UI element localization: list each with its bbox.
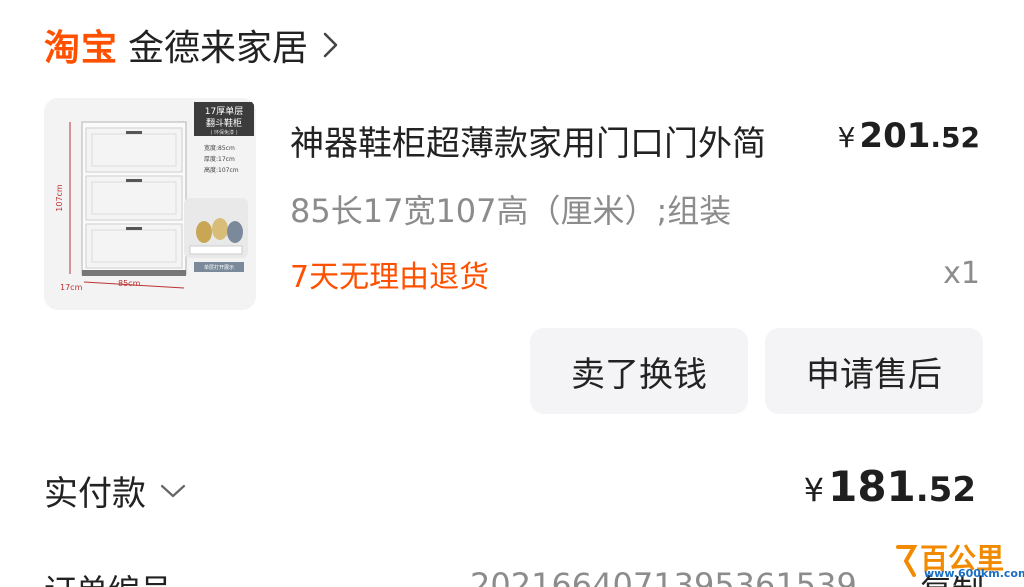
order-number-row: 订单编号 2021664071395361539 复制 [44, 566, 984, 587]
paid-integer: 181 [828, 462, 916, 511]
badge-line-2: 翻斗鞋柜 [206, 117, 242, 129]
inset-caption: 单层打开展示 [204, 264, 234, 271]
paid-amount: ¥181.52 [804, 462, 976, 511]
shop-name[interactable]: 金德来家居 [128, 19, 308, 71]
spec-width: 宽度:85cm [204, 144, 235, 152]
sell-for-cash-button[interactable]: 卖了换钱 [530, 328, 748, 414]
taobao-logo: 淘宝 [44, 28, 119, 69]
product-title[interactable]: 神器鞋柜超薄款家用门口门外简 [290, 116, 766, 165]
paid-amount-toggle[interactable]: 实付款 [44, 466, 186, 515]
dim-height-label: 107cm [55, 184, 64, 212]
return-policy-tag: 7天无理由退货 [290, 260, 490, 295]
shop-header[interactable]: 淘宝 金德来家居 [44, 20, 344, 70]
product-spec: 85长17宽107高（厘米）;组装 [290, 192, 732, 230]
order-number-label: 订单编号 [44, 566, 172, 587]
paid-currency: ¥ [803, 471, 825, 509]
spec-height: 高度:107cm [204, 166, 239, 174]
watermark: 百公里 www.600km.com [892, 537, 1024, 583]
dim-width-label: 85cm [118, 279, 141, 288]
spec-depth: 厚度:17cm [204, 155, 235, 163]
watermark-logo-icon [896, 545, 918, 577]
price-integer: 201 [859, 116, 931, 156]
product-image[interactable]: 17厚单层 翻斗鞋柜 ( 环保免漆 ) 宽度:85cm 厚度:17cm 高度:1… [44, 98, 256, 310]
order-number: 2021664071395361539 [470, 566, 857, 587]
product-price: ¥201.52 [838, 116, 980, 156]
quantity: x1 [943, 256, 980, 291]
price-decimal: .52 [930, 121, 980, 154]
after-sale-button[interactable]: 申请售后 [765, 328, 983, 414]
chevron-right-icon[interactable] [318, 32, 344, 58]
paid-label: 实付款 [44, 474, 146, 514]
chevron-down-icon[interactable] [160, 478, 186, 504]
badge-line-3: ( 环保免漆 ) [210, 129, 237, 136]
paid-decimal: .52 [915, 470, 976, 510]
watermark-url: www.600km.com [924, 567, 1024, 580]
shoe-cabinet-illustration: 17厚单层 翻斗鞋柜 ( 环保免漆 ) 宽度:85cm 厚度:17cm 高度:1… [44, 98, 256, 310]
badge-line-1: 17厚单层 [205, 105, 243, 117]
dim-depth-label: 17cm [60, 283, 83, 292]
price-currency: ¥ [837, 121, 856, 154]
